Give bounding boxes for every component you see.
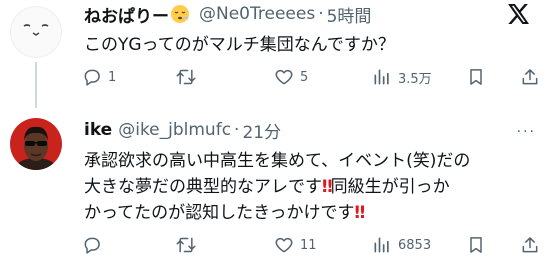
tweet-reply[interactable]: ike @ike_jblmufc · 21分 ··· 承認欲求の高い中高生を集め… bbox=[0, 104, 550, 258]
tweet-text-line: 承認欲求の高い中高生を集めて、イベント(笑)だの bbox=[84, 151, 471, 171]
heart-icon bbox=[275, 69, 293, 85]
retweet-icon bbox=[176, 237, 196, 253]
share-button[interactable] bbox=[520, 234, 540, 256]
avatar[interactable] bbox=[10, 6, 62, 58]
action-bar: 11 6853 bbox=[82, 234, 542, 256]
user-handle[interactable]: @Ne0Treeees bbox=[199, 4, 315, 24]
tweet-text-segment: 大きな夢だの典型的なアレです bbox=[84, 177, 322, 197]
tweet-text: 承認欲求の高い中高生を集めて、イベント(笑)だの 大きな夢だの典型的なアレです‼… bbox=[84, 148, 534, 226]
double-exclamation-icon: ‼ bbox=[354, 203, 365, 223]
x-logo-icon[interactable] bbox=[508, 4, 530, 24]
like-button[interactable]: 5 bbox=[274, 66, 308, 88]
reply-button[interactable]: 1 bbox=[82, 66, 116, 88]
tweet-text: このYGってのがマルチ集団なんですか？ bbox=[84, 35, 395, 55]
tweet-parent[interactable]: ねおぱりー @Ne0Treeees · 5時間 このYGってのがマルチ集団なんで… bbox=[0, 0, 550, 108]
like-button[interactable]: 11 bbox=[274, 234, 317, 256]
avatar[interactable] bbox=[10, 118, 62, 170]
bookmark-icon bbox=[470, 69, 482, 85]
reply-count: 1 bbox=[108, 69, 117, 85]
user-handle[interactable]: @ike_jblmufc bbox=[118, 120, 231, 140]
display-name[interactable]: ike bbox=[84, 120, 112, 140]
reply-button[interactable] bbox=[82, 234, 108, 256]
like-count: 5 bbox=[300, 69, 309, 85]
bookmark-button[interactable] bbox=[466, 66, 486, 88]
more-options-icon[interactable]: ··· bbox=[517, 124, 536, 140]
display-name[interactable]: ねおぱりー bbox=[84, 2, 169, 27]
share-icon bbox=[522, 69, 538, 85]
avatar-photo-image bbox=[10, 118, 62, 170]
retweet-button[interactable] bbox=[176, 66, 202, 88]
tweet-header: ねおぱりー @Ne0Treeees · 5時間 bbox=[84, 2, 372, 27]
like-count: 11 bbox=[300, 237, 317, 253]
view-count: 6853 bbox=[398, 237, 432, 253]
avatar-ghost-image bbox=[10, 6, 62, 58]
heart-icon bbox=[275, 237, 293, 253]
view-count: 3.5万 bbox=[398, 71, 432, 87]
bookmark-button[interactable] bbox=[466, 234, 486, 256]
bookmark-icon bbox=[470, 237, 482, 253]
views-button[interactable]: 6853 bbox=[372, 234, 431, 256]
share-icon bbox=[522, 237, 538, 253]
tweet-text-line: 大きな夢だの典型的なアレです‼同級生が引っか bbox=[84, 174, 534, 200]
action-bar: 1 5 3.5万 bbox=[82, 66, 542, 88]
tweet-text-segment: かってたのが認知したきっかけです bbox=[84, 203, 355, 223]
exhale-face-icon bbox=[170, 4, 190, 24]
timestamp[interactable]: 21分 bbox=[242, 118, 281, 143]
views-icon bbox=[374, 69, 389, 85]
views-button[interactable]: 3.5万 bbox=[372, 66, 432, 88]
reply-icon bbox=[84, 237, 100, 254]
tweet-header: ike @ike_jblmufc · 21分 bbox=[84, 118, 281, 143]
timestamp[interactable]: 5時間 bbox=[327, 2, 372, 27]
tweet-text-segment: 同級生が引っか bbox=[330, 177, 450, 197]
separator-dot: · bbox=[318, 4, 324, 24]
share-button[interactable] bbox=[520, 66, 540, 88]
separator-dot: · bbox=[234, 120, 240, 140]
retweet-button[interactable] bbox=[176, 234, 202, 256]
retweet-icon bbox=[176, 69, 196, 85]
reply-icon bbox=[84, 69, 100, 86]
double-exclamation-icon: ‼ bbox=[322, 177, 333, 197]
views-icon bbox=[374, 237, 389, 253]
tweet-text-line: かってたのが認知したきっかけです‼ bbox=[84, 200, 534, 226]
thread-line bbox=[35, 62, 37, 108]
